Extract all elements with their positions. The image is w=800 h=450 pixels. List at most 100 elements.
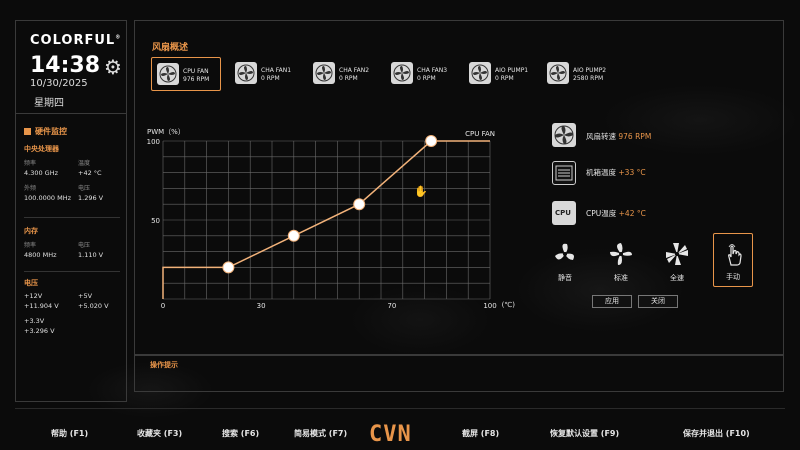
silent-fan-icon — [555, 243, 574, 260]
fan-curve-chart[interactable]: PWM（%） CPU FAN (℃) 0 30 70 100 50 100 — [135, 121, 515, 321]
fan-speed-info: 风扇转速 976 RPM — [586, 132, 652, 141]
fan-name: CPU FAN — [183, 68, 209, 75]
apply-button[interactable]: 应用 — [592, 295, 632, 308]
help-button[interactable]: 帮助 (F1) — [51, 428, 88, 439]
fan-name: AIO PUMP1 — [495, 67, 529, 74]
cpu-volt-label: 电压 — [78, 185, 91, 192]
cpu-temp-info: CPU温度 +42 °C — [586, 209, 646, 218]
curve-title: CPU FAN — [465, 130, 495, 138]
memory-section-title: 内存 — [24, 227, 38, 235]
fan-tab-cha-fan3[interactable]: CHA FAN3 0 RPM — [386, 57, 456, 91]
fan-icon — [157, 63, 179, 85]
gear-icon[interactable]: ⚙ — [104, 55, 122, 79]
hardware-sidebar: COLORFUL® 14:38 ⚙ 10/30/2025 星期四 硬件监控 中央… — [15, 20, 127, 402]
fan-rpm: 2580 RPM — [573, 75, 604, 82]
curve-control-point[interactable] — [287, 229, 300, 242]
divider — [24, 271, 120, 272]
easy-mode-button[interactable]: 简易模式 (F7) — [294, 428, 347, 439]
divider — [24, 217, 120, 218]
full-speed-fan-icon — [666, 243, 688, 265]
favorites-button[interactable]: 收藏夹 (F3) — [137, 428, 182, 439]
fan-name: CHA FAN2 — [339, 67, 370, 74]
cpu-volt-value: 1.296 V — [78, 194, 104, 202]
cpu-temp-value: +42 °C — [78, 169, 102, 177]
manual-hand-icon — [728, 244, 742, 266]
voltage-section-title: 电压 — [24, 279, 38, 287]
y-axis-label: PWM（%） — [147, 128, 185, 136]
mode-silent-button[interactable]: 静音 — [545, 233, 585, 287]
chassis-icon — [552, 161, 576, 185]
divider — [16, 113, 126, 114]
cvn-logo: CVN — [369, 422, 412, 447]
search-button[interactable]: 搜索 (F6) — [222, 428, 259, 439]
mem-volt-value: 1.110 V — [78, 251, 104, 259]
mem-freq-label: 频率 — [24, 242, 37, 249]
hw-monitor-title: 硬件监控 — [24, 126, 67, 137]
x-axis-label: (℃) — [502, 301, 515, 309]
case-temp-info: 机箱温度 +33 °C — [586, 168, 646, 177]
curve-control-point[interactable] — [425, 135, 438, 147]
v5-value: +5.020 V — [78, 302, 109, 310]
clock-time: 14:38 — [30, 53, 101, 78]
v12-label: +12V — [24, 292, 43, 300]
mem-volt-label: 电压 — [78, 242, 91, 249]
screenshot-button[interactable]: 截屏 (F8) — [462, 428, 499, 439]
clock-date: 10/30/2025 — [30, 78, 88, 89]
cpu-ext-label: 外频 — [24, 185, 37, 192]
fan-name: CHA FAN1 — [261, 67, 292, 74]
fan-name: CHA FAN3 — [417, 67, 448, 74]
x-tick-label: 30 — [257, 302, 266, 310]
fan-rpm: 0 RPM — [339, 75, 358, 82]
fan-tab-cpu-fan[interactable]: CPU FAN 976 RPM — [151, 57, 221, 91]
fan-overview-panel: 风扇概述 CPU FAN 976 RPM CHA FAN1 0 RPM CHA … — [134, 20, 784, 356]
fan-rpm: 0 RPM — [417, 75, 436, 82]
fan-icon — [552, 123, 576, 147]
mode-manual-button[interactable]: 手动 — [713, 233, 753, 287]
v33-label: +3.3V — [24, 317, 45, 325]
v12-value: +11.904 V — [24, 302, 59, 310]
restore-defaults-button[interactable]: 恢复默认设置 (F9) — [550, 428, 619, 439]
fan-tab-aio-pump1[interactable]: AIO PUMP1 0 RPM — [464, 57, 534, 91]
y-tick-label: 50 — [151, 217, 160, 225]
fan-icon — [469, 62, 491, 84]
fan-tab-aio-pump2[interactable]: AIO PUMP2 2580 RPM — [542, 57, 612, 91]
curve-control-point[interactable] — [353, 198, 366, 211]
monitor-icon — [24, 128, 31, 135]
mode-full-speed-button[interactable]: 全速 — [657, 233, 697, 287]
fan-rpm: 976 RPM — [183, 76, 210, 83]
cpu-temp-label: 温度 — [78, 160, 91, 167]
cpu-freq-label: 频率 — [24, 160, 37, 167]
fan-name: AIO PUMP2 — [573, 67, 607, 74]
fan-rpm: 0 RPM — [261, 75, 280, 82]
clock-weekday: 星期四 — [34, 98, 64, 109]
cpu-ext-value: 100.0000 MHz — [24, 194, 71, 202]
mem-freq-value: 4800 MHz — [24, 251, 57, 259]
fan-icon — [313, 62, 335, 84]
v5-label: +5V — [78, 292, 93, 300]
fan-icon — [547, 62, 569, 84]
cpu-freq-value: 4.300 GHz — [24, 169, 59, 177]
cpu-icon: CPU — [552, 201, 576, 225]
fan-icon — [235, 62, 257, 84]
fan-rpm: 0 RPM — [495, 75, 514, 82]
footer-divider — [15, 408, 785, 409]
cpu-section-title: 中央处理器 — [24, 145, 59, 153]
panel-title: 风扇概述 — [152, 43, 189, 53]
mode-standard-button[interactable]: 标准 — [601, 233, 641, 287]
x-tick-label: 0 — [161, 302, 165, 310]
mouse-cursor-icon: ✋ — [414, 185, 428, 198]
save-exit-button[interactable]: 保存并退出 (F10) — [683, 428, 750, 439]
close-button[interactable]: 关闭 — [638, 295, 678, 308]
fan-tab-cha-fan1[interactable]: CHA FAN1 0 RPM — [230, 57, 300, 91]
x-tick-label: 100 — [483, 302, 496, 310]
brand-logo: COLORFUL® — [30, 33, 122, 48]
y-tick-label: 100 — [147, 138, 160, 146]
standard-fan-icon — [610, 243, 632, 265]
fan-tab-cha-fan2[interactable]: CHA FAN2 0 RPM — [308, 57, 378, 91]
fan-icon — [391, 62, 413, 84]
x-tick-label: 70 — [387, 302, 396, 310]
v33-value: +3.296 V — [24, 327, 55, 335]
tips-title: 操作提示 — [150, 361, 178, 369]
operation-tips-panel: 操作提示 — [134, 354, 784, 392]
curve-control-point[interactable] — [222, 261, 235, 274]
